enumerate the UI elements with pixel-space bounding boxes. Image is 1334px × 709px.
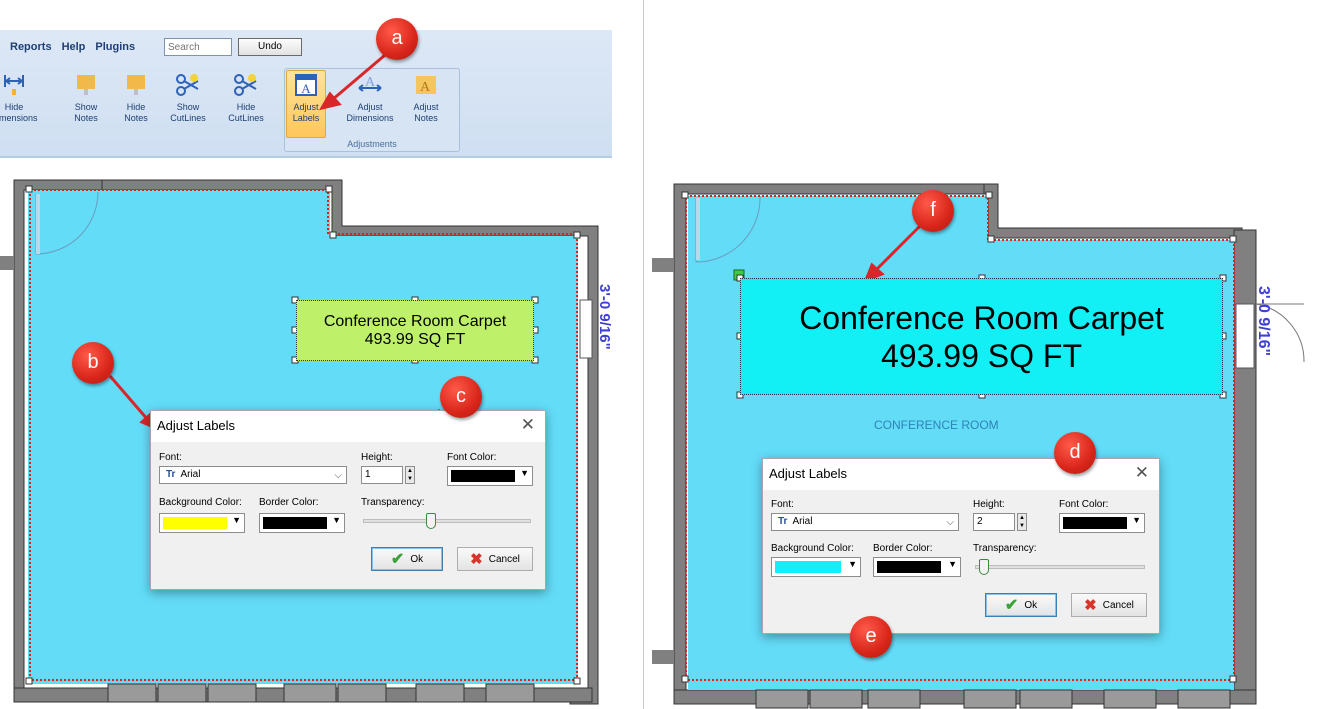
close-icon[interactable]: ✕ xyxy=(1135,464,1149,482)
height-spinner[interactable]: ▲ ▼ xyxy=(1017,513,1027,531)
room-label[interactable]: Conference Room Carpet 493.99 SQ FT xyxy=(740,278,1223,395)
dialog-title: Adjust Labels xyxy=(151,411,545,442)
background-color-swatch xyxy=(163,517,227,529)
right-screenshot-panel: Conference Room Carpet 493.99 SQ FT 3'-0… xyxy=(644,0,1334,709)
font-select[interactable]: Tr Arial ⌵ xyxy=(771,513,959,531)
background-color-label: Background Color: xyxy=(159,497,242,508)
callout-d: d xyxy=(1054,432,1096,474)
left-screenshot-panel: Reports Help Plugins Undo Hide Dimension… xyxy=(0,0,644,709)
ok-label: Ok xyxy=(410,553,424,565)
label-line2: 493.99 SQ FT xyxy=(881,337,1082,374)
red-x-icon: ✖ xyxy=(1084,597,1097,614)
adjust-labels-dialog: Adjust Labels ✕ Font: Tr Arial ⌵ Height: 2… xyxy=(762,458,1160,634)
height-input[interactable]: 1 xyxy=(361,466,403,484)
checkmark-icon: ✔ xyxy=(390,551,405,568)
cancel-label: Cancel xyxy=(488,553,520,565)
callout-a: a xyxy=(376,18,418,60)
truetype-font-icon: Tr xyxy=(778,516,788,527)
font-color-swatch xyxy=(1063,517,1127,529)
dropdown-arrow-icon: ▼ xyxy=(520,468,529,478)
dimension-label[interactable]: 3'-0 9/16" xyxy=(596,284,613,350)
height-value: 2 xyxy=(977,516,983,527)
callout-b: b xyxy=(72,342,114,384)
checkmark-icon: ✔ xyxy=(1004,597,1019,614)
border-color-picker[interactable]: ▼ xyxy=(259,513,345,533)
font-select[interactable]: Tr Arial ⌵ xyxy=(159,466,347,484)
ok-button[interactable]: ✔ Ok xyxy=(371,547,443,571)
cancel-button[interactable]: ✖ Cancel xyxy=(457,547,533,571)
border-color-picker[interactable]: ▼ xyxy=(873,557,961,577)
font-label: Font: xyxy=(159,452,182,463)
font-value: Arial xyxy=(180,469,201,480)
font-label: Font: xyxy=(771,499,794,510)
door-leaf xyxy=(696,198,700,260)
height-spinner[interactable]: ▲ ▼ xyxy=(405,466,415,484)
height-label: Height: xyxy=(361,452,393,463)
wall-segment xyxy=(0,256,14,270)
wall-segment xyxy=(1233,229,1257,703)
font-color-swatch xyxy=(451,470,515,482)
dropdown-arrow-icon: ▼ xyxy=(848,559,857,569)
spin-down-icon[interactable]: ▼ xyxy=(406,475,414,483)
height-label: Height: xyxy=(973,499,1005,510)
transparency-slider[interactable] xyxy=(975,565,1145,569)
label-line1: Conference Room Carpet xyxy=(323,312,507,330)
background-color-picker[interactable]: ▼ xyxy=(771,557,861,577)
adjust-labels-dialog: Adjust Labels ✕ Font: Tr Arial ⌵ Height: 1… xyxy=(150,410,546,590)
truetype-font-icon: Tr xyxy=(166,469,176,480)
callout-c: c xyxy=(440,376,482,418)
height-value: 1 xyxy=(365,469,371,480)
dropdown-arrow-icon: ▼ xyxy=(948,559,957,569)
transparency-label: Transparency: xyxy=(361,497,425,508)
font-color-picker[interactable]: ▼ xyxy=(1059,513,1145,533)
label-line1: Conference Room Carpet xyxy=(799,299,1164,336)
chevron-down-icon: ⌵ xyxy=(334,470,342,481)
spin-up-icon[interactable]: ▲ xyxy=(1018,514,1026,522)
dropdown-arrow-icon: ▼ xyxy=(1132,515,1141,525)
font-color-label: Font Color: xyxy=(447,452,497,463)
door-leaf xyxy=(36,194,40,254)
wall-segment xyxy=(652,258,674,272)
background-color-swatch xyxy=(775,561,841,573)
transparency-slider-thumb[interactable] xyxy=(426,513,436,529)
transparency-slider-thumb[interactable] xyxy=(979,559,989,575)
red-x-icon: ✖ xyxy=(470,551,483,568)
dropdown-arrow-icon: ▼ xyxy=(232,515,241,525)
dimension-label[interactable]: 3'-0 9/16" xyxy=(1254,286,1272,356)
dialog-title: Adjust Labels xyxy=(763,459,1159,490)
callout-f: f xyxy=(912,190,954,232)
window-opening xyxy=(579,299,593,359)
cancel-button[interactable]: ✖ Cancel xyxy=(1071,593,1147,617)
border-color-swatch xyxy=(877,561,941,573)
spin-down-icon[interactable]: ▼ xyxy=(1018,522,1026,530)
transparency-slider[interactable] xyxy=(363,519,531,523)
border-color-label: Border Color: xyxy=(873,543,933,554)
wall-segment xyxy=(652,650,674,664)
cancel-label: Cancel xyxy=(1102,599,1134,611)
spin-up-icon[interactable]: ▲ xyxy=(406,467,414,475)
label-line2: 493.99 SQ FT xyxy=(364,330,466,348)
border-color-swatch xyxy=(263,517,327,529)
ok-label: Ok xyxy=(1024,599,1038,611)
background-color-picker[interactable]: ▼ xyxy=(159,513,245,533)
height-input[interactable]: 2 xyxy=(973,513,1015,531)
ok-button[interactable]: ✔ Ok xyxy=(985,593,1057,617)
background-color-label: Background Color: xyxy=(771,543,854,554)
callout-e: e xyxy=(850,616,892,658)
font-color-label: Font Color: xyxy=(1059,499,1109,510)
font-color-picker[interactable]: ▼ xyxy=(447,466,533,486)
close-icon[interactable]: ✕ xyxy=(521,416,535,434)
font-value: Arial xyxy=(792,516,813,527)
chevron-down-icon: ⌵ xyxy=(946,517,954,528)
dropdown-arrow-icon: ▼ xyxy=(332,515,341,525)
room-name-label: CONFERENCE ROOM xyxy=(874,418,999,432)
transparency-label: Transparency: xyxy=(973,543,1037,554)
border-color-label: Border Color: xyxy=(259,497,319,508)
window-opening xyxy=(1235,303,1255,369)
room-label[interactable]: Conference Room Carpet 493.99 SQ FT xyxy=(296,300,534,361)
